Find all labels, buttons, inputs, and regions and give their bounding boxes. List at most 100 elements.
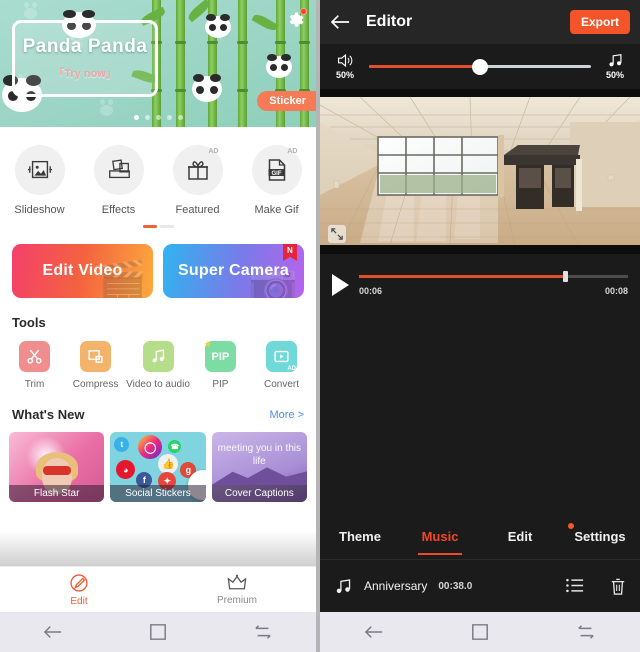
- primary-button-row: 🎬 Edit Video 📷 N Super Camera: [0, 228, 316, 298]
- export-button[interactable]: Export: [569, 10, 630, 34]
- tools-heading-label: Tools: [12, 315, 46, 330]
- list-icon[interactable]: [566, 578, 584, 593]
- nav-home-icon[interactable]: [471, 623, 489, 641]
- panda-illustration: [205, 14, 231, 38]
- system-navigation-bar: [0, 612, 316, 652]
- content-spacer: [0, 502, 316, 566]
- card-social-stickers[interactable]: t ◯ ☎ ◕ f 👍 g ✦ Social Stickers: [110, 432, 206, 502]
- tool-label: Video to audio: [126, 379, 190, 390]
- music-track-name: Anniversary: [364, 579, 428, 593]
- editor-header: Editor Export: [320, 0, 640, 44]
- music-volume-group[interactable]: 50%: [600, 53, 630, 80]
- editor-title: Editor: [366, 13, 413, 30]
- nav-back-icon[interactable]: [363, 623, 385, 641]
- current-time: 00:06: [359, 285, 383, 296]
- tab-music[interactable]: Music: [400, 514, 480, 559]
- weibo-sticker-icon: ◕: [116, 460, 136, 479]
- card-flash-star[interactable]: Flash Star: [9, 432, 105, 502]
- playback-controls: 00:06 00:08: [320, 254, 640, 316]
- play-icon[interactable]: [332, 274, 349, 296]
- tab-theme[interactable]: Theme: [320, 514, 400, 559]
- crown-icon: [227, 574, 247, 589]
- gif-file-icon: AD GIF: [251, 145, 302, 195]
- tool-video-to-audio[interactable]: Video to audio: [126, 341, 190, 390]
- tab-label: Edit: [507, 529, 533, 544]
- quick-action-label: Featured: [175, 204, 220, 216]
- video-volume-group[interactable]: 50%: [330, 53, 360, 80]
- scissors-icon: [19, 341, 51, 372]
- whats-new-label: What's New: [12, 407, 85, 422]
- star-badge-icon: ★: [203, 339, 212, 349]
- nav-recents-icon[interactable]: [575, 623, 597, 641]
- tab-edit[interactable]: Edit: [480, 514, 560, 559]
- audio-balance-slider[interactable]: [369, 57, 591, 77]
- tab-label: Theme: [339, 529, 381, 544]
- compress-frame-icon: [80, 341, 112, 372]
- gear-icon[interactable]: [284, 8, 307, 31]
- tools-heading: Tools: [0, 298, 316, 330]
- ad-badge: AD: [287, 366, 296, 372]
- progress-thumb[interactable]: [563, 270, 569, 282]
- tool-compress[interactable]: Compress: [65, 341, 126, 390]
- quick-action-slideshow[interactable]: Slideshow: [0, 145, 79, 216]
- right-phone-editor-screen: Editor Export 50% 50% 00:06 00:08 Theme …: [320, 0, 640, 652]
- quick-action-label: Slideshow: [14, 204, 65, 216]
- tool-label: Trim: [24, 379, 45, 390]
- tab-settings[interactable]: Settings: [560, 514, 640, 559]
- back-arrow-icon[interactable]: [330, 13, 352, 31]
- bottom-tab-bar: Edit Premium: [0, 566, 316, 612]
- tab-label: Premium: [216, 594, 257, 606]
- music-track-row[interactable]: Anniversary 00:38.0: [320, 560, 640, 612]
- banner-pagination: [0, 115, 316, 120]
- left-phone-home-screen: Panda Panda 「Try now」 Sticker Slideshow …: [0, 0, 316, 652]
- edit-pencil-circle-icon: [70, 573, 88, 592]
- tool-trim[interactable]: Trim: [4, 341, 65, 390]
- super-camera-button[interactable]: 📷 N Super Camera: [163, 244, 304, 298]
- quick-action-effects[interactable]: Effects: [79, 145, 158, 216]
- music-track-actions: [566, 578, 626, 595]
- nav-recents-icon[interactable]: [252, 623, 274, 641]
- progress-bar[interactable]: 00:06 00:08: [359, 270, 628, 296]
- tool-pip[interactable]: ★ PIP PIP: [190, 339, 251, 390]
- video-volume-value: 50%: [335, 70, 354, 80]
- music-track-duration: 00:38.0: [438, 580, 473, 592]
- twitter-sticker-icon: t: [114, 437, 130, 452]
- settings-notification-dot: [568, 523, 574, 529]
- banner-title: Panda Panda: [22, 36, 148, 57]
- tab-label: Edit: [70, 595, 88, 607]
- thumbs-up-sticker-icon: 👍: [158, 454, 179, 474]
- whats-new-card-row: Flash Star t ◯ ☎ ◕ f 👍 g ✦ Social Sticke…: [0, 422, 316, 502]
- instagram-sticker-icon: ◯: [138, 435, 163, 459]
- editor-spacer: [320, 316, 640, 514]
- panda-illustration: [266, 54, 292, 78]
- whats-new-more-link[interactable]: More >: [269, 409, 304, 421]
- editor-tab-bar: Theme Music Edit Settings: [320, 514, 640, 560]
- new-badge: N: [283, 244, 297, 261]
- tab-premium[interactable]: Premium: [158, 567, 316, 612]
- music-volume-value: 50%: [605, 70, 624, 80]
- edit-video-button[interactable]: 🎬 Edit Video: [12, 244, 153, 298]
- system-navigation-bar: [320, 612, 640, 652]
- nav-home-icon[interactable]: [149, 623, 167, 641]
- music-notes-icon: [608, 54, 621, 67]
- banner-subtitle: 「Try now」: [53, 68, 117, 80]
- quick-action-featured[interactable]: AD Featured: [158, 145, 237, 216]
- promo-banner[interactable]: Panda Panda 「Try now」 Sticker: [0, 0, 316, 127]
- tool-convert[interactable]: AD Convert: [251, 341, 312, 390]
- tab-edit[interactable]: Edit: [0, 567, 158, 612]
- trash-icon[interactable]: [610, 578, 626, 595]
- slider-thumb[interactable]: [472, 58, 488, 75]
- progress-time-labels: 00:06 00:08: [359, 275, 628, 296]
- nav-back-icon[interactable]: [42, 623, 64, 641]
- quick-action-make-gif[interactable]: AD GIF Make Gif: [237, 145, 316, 216]
- tool-label: Convert: [263, 379, 299, 390]
- banner-text-frame: Panda Panda 「Try now」: [12, 20, 158, 97]
- gift-icon: AD: [172, 145, 223, 195]
- video-preview[interactable]: [320, 89, 640, 254]
- card-cover-captions[interactable]: meeting you in this life Cover Captions: [211, 432, 307, 502]
- sticker-button[interactable]: Sticker: [257, 91, 316, 111]
- quick-action-label: Effects: [101, 204, 136, 216]
- edit-video-label: Edit Video: [42, 262, 123, 279]
- expand-fullscreen-icon[interactable]: [328, 225, 346, 243]
- tools-row: Trim Compress Video to audio ★ PIP PIP A…: [0, 330, 316, 390]
